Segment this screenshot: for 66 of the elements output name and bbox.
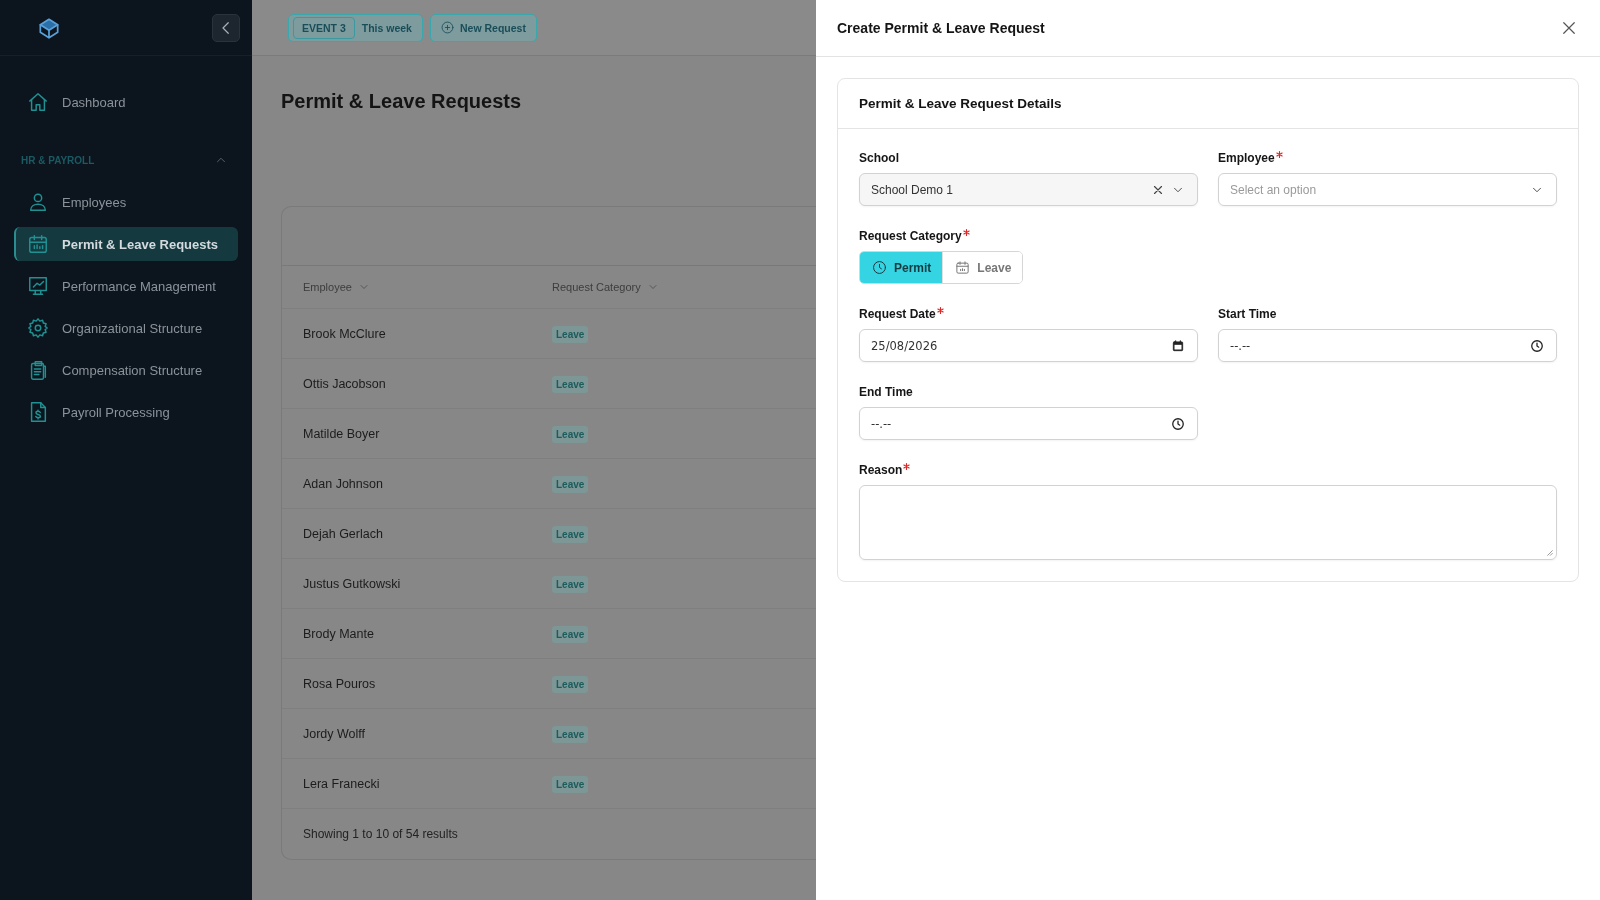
category-tag: Leave <box>552 625 589 643</box>
reason-field[interactable] <box>859 485 1557 560</box>
plus-circle-icon <box>440 21 454 34</box>
field-label: Request Date <box>859 307 936 321</box>
date-field[interactable]: 25/08/2026 <box>859 329 1198 362</box>
field-label: Start Time <box>1218 307 1277 321</box>
person-icon <box>27 191 49 213</box>
category-tag: Leave <box>552 325 589 343</box>
card-title: Permit & Leave Request Details <box>838 79 1578 129</box>
table-cell: Lera Franecki <box>303 776 380 791</box>
table-cell: Dejah Gerlach <box>303 526 383 541</box>
category-tag: Leave <box>552 425 589 443</box>
new-request-button[interactable]: New Request <box>429 13 537 42</box>
collapse-button[interactable] <box>212 13 240 42</box>
close-icon <box>1560 19 1578 37</box>
field-label: End Time <box>859 385 913 399</box>
category-tag: Leave <box>552 475 589 493</box>
table-cell: Justus Gutkowski <box>303 576 401 591</box>
category-tag: Leave <box>552 375 589 393</box>
home-icon <box>27 91 49 113</box>
select-field[interactable]: School Demo 1 <box>859 173 1198 206</box>
table-cell: Matilde Boyer <box>303 426 380 441</box>
category-tag: Leave <box>552 725 589 743</box>
field-label: School <box>859 151 899 165</box>
category-option[interactable]: Permit <box>860 252 943 283</box>
results-summary: Showing 1 to 10 of 54 results <box>302 826 459 843</box>
chart-board-icon <box>27 275 49 297</box>
close-button[interactable] <box>1560 19 1578 37</box>
time-field[interactable]: --.-- <box>859 407 1198 440</box>
calendar-icon <box>955 260 971 275</box>
clock-icon <box>1530 338 1544 353</box>
period-button[interactable]: EVENT 3 This week <box>288 13 423 42</box>
gear-icon <box>27 317 49 339</box>
nav-item[interactable]: Dashboard <box>14 85 238 119</box>
nav-item[interactable]: Organizational Structure <box>14 311 238 345</box>
nav-item[interactable]: Employees <box>14 185 238 219</box>
clock-icon <box>1171 416 1185 431</box>
category-option[interactable]: Leave <box>942 252 1023 283</box>
drawer-title: Create Permit & Leave Request <box>837 20 1045 36</box>
field-label: Request Category <box>859 229 962 243</box>
calendar-icon <box>27 233 49 255</box>
resize-handle-icon <box>1545 548 1553 556</box>
column-header[interactable]: Employee <box>303 281 370 293</box>
table-cell: Brook McClure <box>303 326 386 341</box>
clock-icon <box>872 260 887 275</box>
field-label: Employee <box>1218 151 1275 165</box>
calendar-icon <box>1171 338 1185 353</box>
event-badge: EVENT 3 <box>293 16 355 39</box>
category-tag: Leave <box>552 525 589 543</box>
nav-item[interactable]: Compensation Structure <box>14 353 238 387</box>
category-tag: Leave <box>552 575 589 593</box>
page-title: Permit & Leave Requests <box>281 90 523 114</box>
nav-item[interactable]: Payroll Processing <box>14 395 238 429</box>
time-field[interactable]: --.-- <box>1218 329 1557 362</box>
period-label: This week <box>361 21 412 34</box>
table-cell: Rosa Pouros <box>303 676 376 691</box>
category-tag: Leave <box>552 775 589 793</box>
column-header[interactable]: Request Category <box>552 281 659 293</box>
nav-item[interactable]: Permit & Leave Requests <box>14 227 238 261</box>
table-cell: Brody Mante <box>303 626 374 641</box>
field-label: Reason <box>859 463 903 477</box>
category-tag: Leave <box>552 675 589 693</box>
nav-item[interactable]: Performance Management <box>14 269 238 303</box>
table-cell: Adan Johnson <box>303 476 383 491</box>
table-cell: Jordy Wolff <box>303 726 366 741</box>
table-cell: Ottis Jacobson <box>303 376 386 391</box>
